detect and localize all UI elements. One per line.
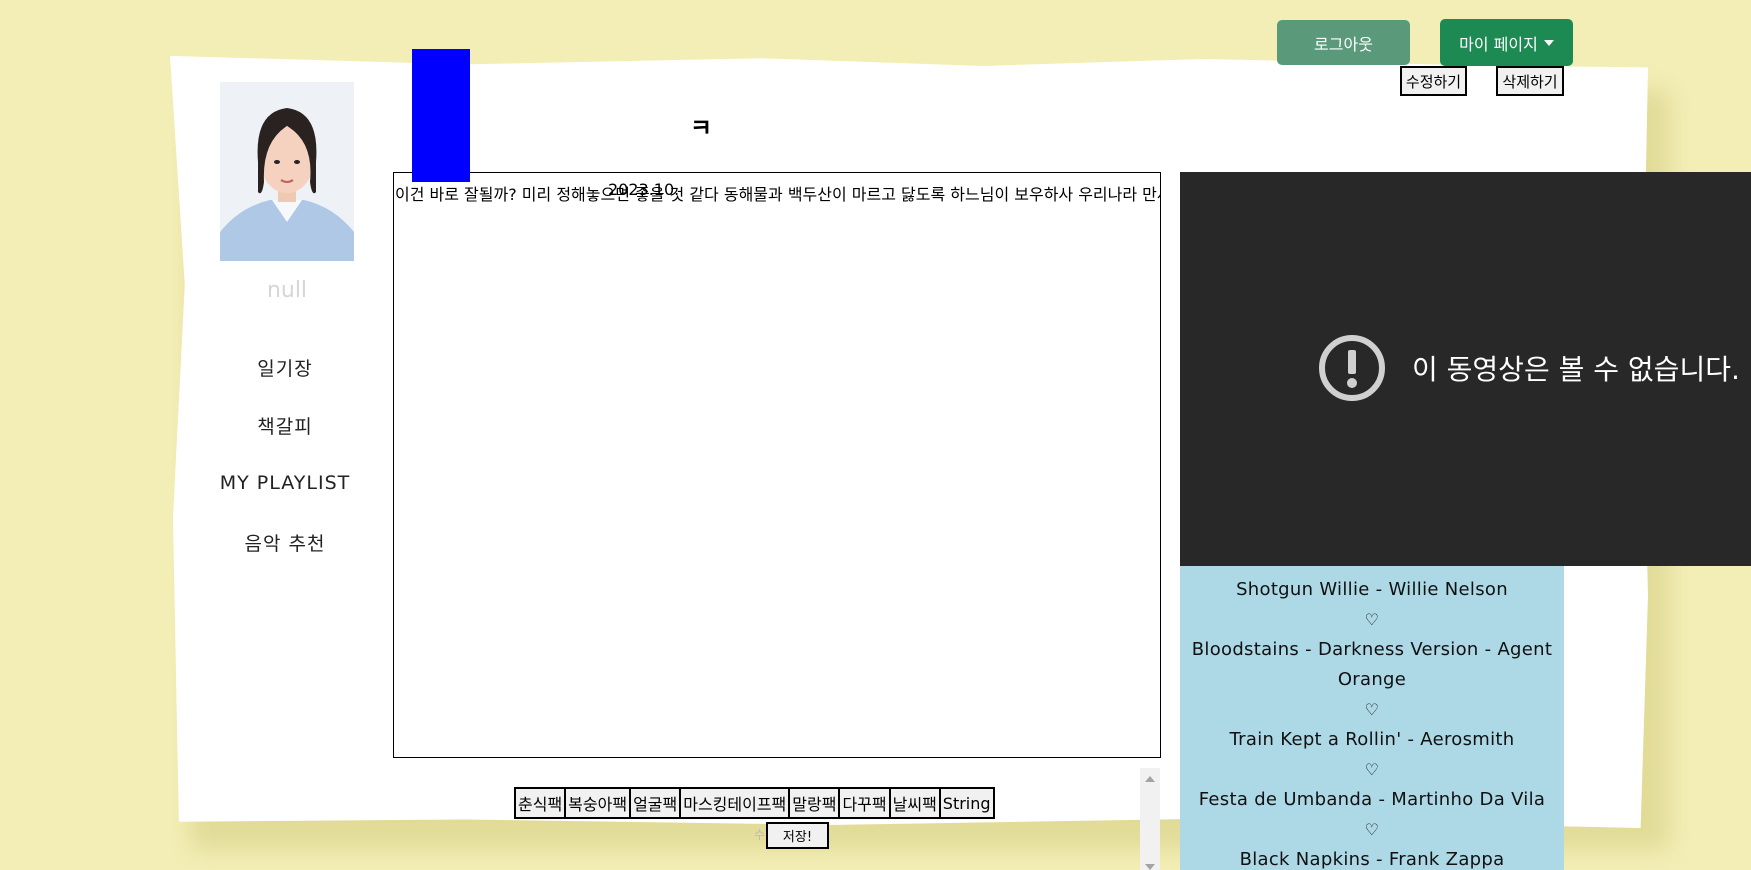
playlist-song[interactable]: Bloodstains - Darkness Version - Agent O… <box>1180 635 1564 695</box>
sticker-pack-button[interactable]: String <box>938 787 995 819</box>
scroll-up-arrow-icon[interactable] <box>1145 776 1155 782</box>
mypage-dropdown-button[interactable]: 마이 페이지 <box>1440 19 1573 66</box>
diary-title: ㅋ <box>690 114 713 142</box>
playlist-panel: Shotgun Willie - Willie Nelson ♡ Bloodst… <box>1180 566 1564 870</box>
sidebar-item-diary[interactable]: 일기장 <box>200 354 370 381</box>
sticker-pack-button[interactable]: 복숭아팩 <box>564 787 632 819</box>
playlist-song[interactable]: Black Napkins - Frank Zappa <box>1180 845 1564 870</box>
blue-sticker-block <box>412 49 470 182</box>
scroll-down-arrow-icon[interactable] <box>1145 864 1155 870</box>
alert-icon <box>1319 335 1385 401</box>
logout-label: 로그아웃 <box>1314 34 1373 54</box>
sticker-pack-button[interactable]: 말랑팩 <box>788 787 841 819</box>
diary-date: 2023.10. <box>608 180 680 199</box>
delete-button[interactable]: 삭제하기 <box>1496 66 1564 96</box>
sticker-pack-toolbar: 춘식팩 복숭아팩 얼굴팩 마스킹테이프팩 말랑팩 다꾸팩 날씨팩 String <box>514 787 995 819</box>
save-button[interactable]: 저장! <box>766 822 829 849</box>
delete-label: 삭제하기 <box>1502 72 1558 91</box>
video-player[interactable]: 이 동영상은 볼 수 없습니다. <box>1180 172 1751 566</box>
playlist-song[interactable]: Train Kept a Rollin' - Aerosmith <box>1180 725 1564 755</box>
sticker-pack-button[interactable]: 다꾸팩 <box>838 787 891 819</box>
caret-down-icon <box>1543 39 1554 46</box>
video-unavailable-message: 이 동영상은 볼 수 없습니다. <box>1412 353 1740 386</box>
sidebar-item-bookmark[interactable]: 책갈피 <box>200 412 370 439</box>
sidebar-item-music-recommend[interactable]: 음악 추천 <box>200 529 370 556</box>
avatar <box>220 82 354 261</box>
mypage-label: 마이 페이지 <box>1459 34 1538 54</box>
heart-icon[interactable]: ♡ <box>1180 755 1564 785</box>
diary-content-area[interactable]: 이건 바로 잘될까? 미리 정해놓으면 좋을 것 같다 동해물과 백두산이 마르… <box>393 172 1161 758</box>
sidebar-item-my-playlist[interactable]: MY PLAYLIST <box>200 472 370 494</box>
scrollbar[interactable] <box>1140 768 1160 870</box>
hidden-edit-label: 수 <box>754 828 766 842</box>
heart-icon[interactable]: ♡ <box>1180 605 1564 635</box>
playlist-song[interactable]: Shotgun Willie - Willie Nelson <box>1180 575 1564 605</box>
sticker-pack-button[interactable]: 마스킹테이프팩 <box>679 787 791 819</box>
heart-icon[interactable]: ♡ <box>1180 695 1564 725</box>
sticker-pack-button[interactable]: 날씨팩 <box>888 787 941 819</box>
logout-button[interactable]: 로그아웃 <box>1277 20 1410 65</box>
sticker-pack-button[interactable]: 춘식팩 <box>514 787 567 819</box>
diary-content-text: 이건 바로 잘될까? 미리 정해놓으면 좋을 것 같다 동해물과 백두산이 마르… <box>395 185 1161 204</box>
heart-icon[interactable]: ♡ <box>1180 815 1564 845</box>
save-label: 저장! <box>782 830 813 845</box>
edit-label: 수정하기 <box>1405 72 1462 91</box>
sticker-pack-button[interactable]: 얼굴팩 <box>629 787 682 819</box>
playlist-song[interactable]: Festa de Umbanda - Martinho Da Vila <box>1180 785 1564 815</box>
profile-nickname: null <box>266 278 308 303</box>
profile-photo-icon <box>220 82 354 261</box>
edit-button[interactable]: 수정하기 <box>1400 66 1467 96</box>
